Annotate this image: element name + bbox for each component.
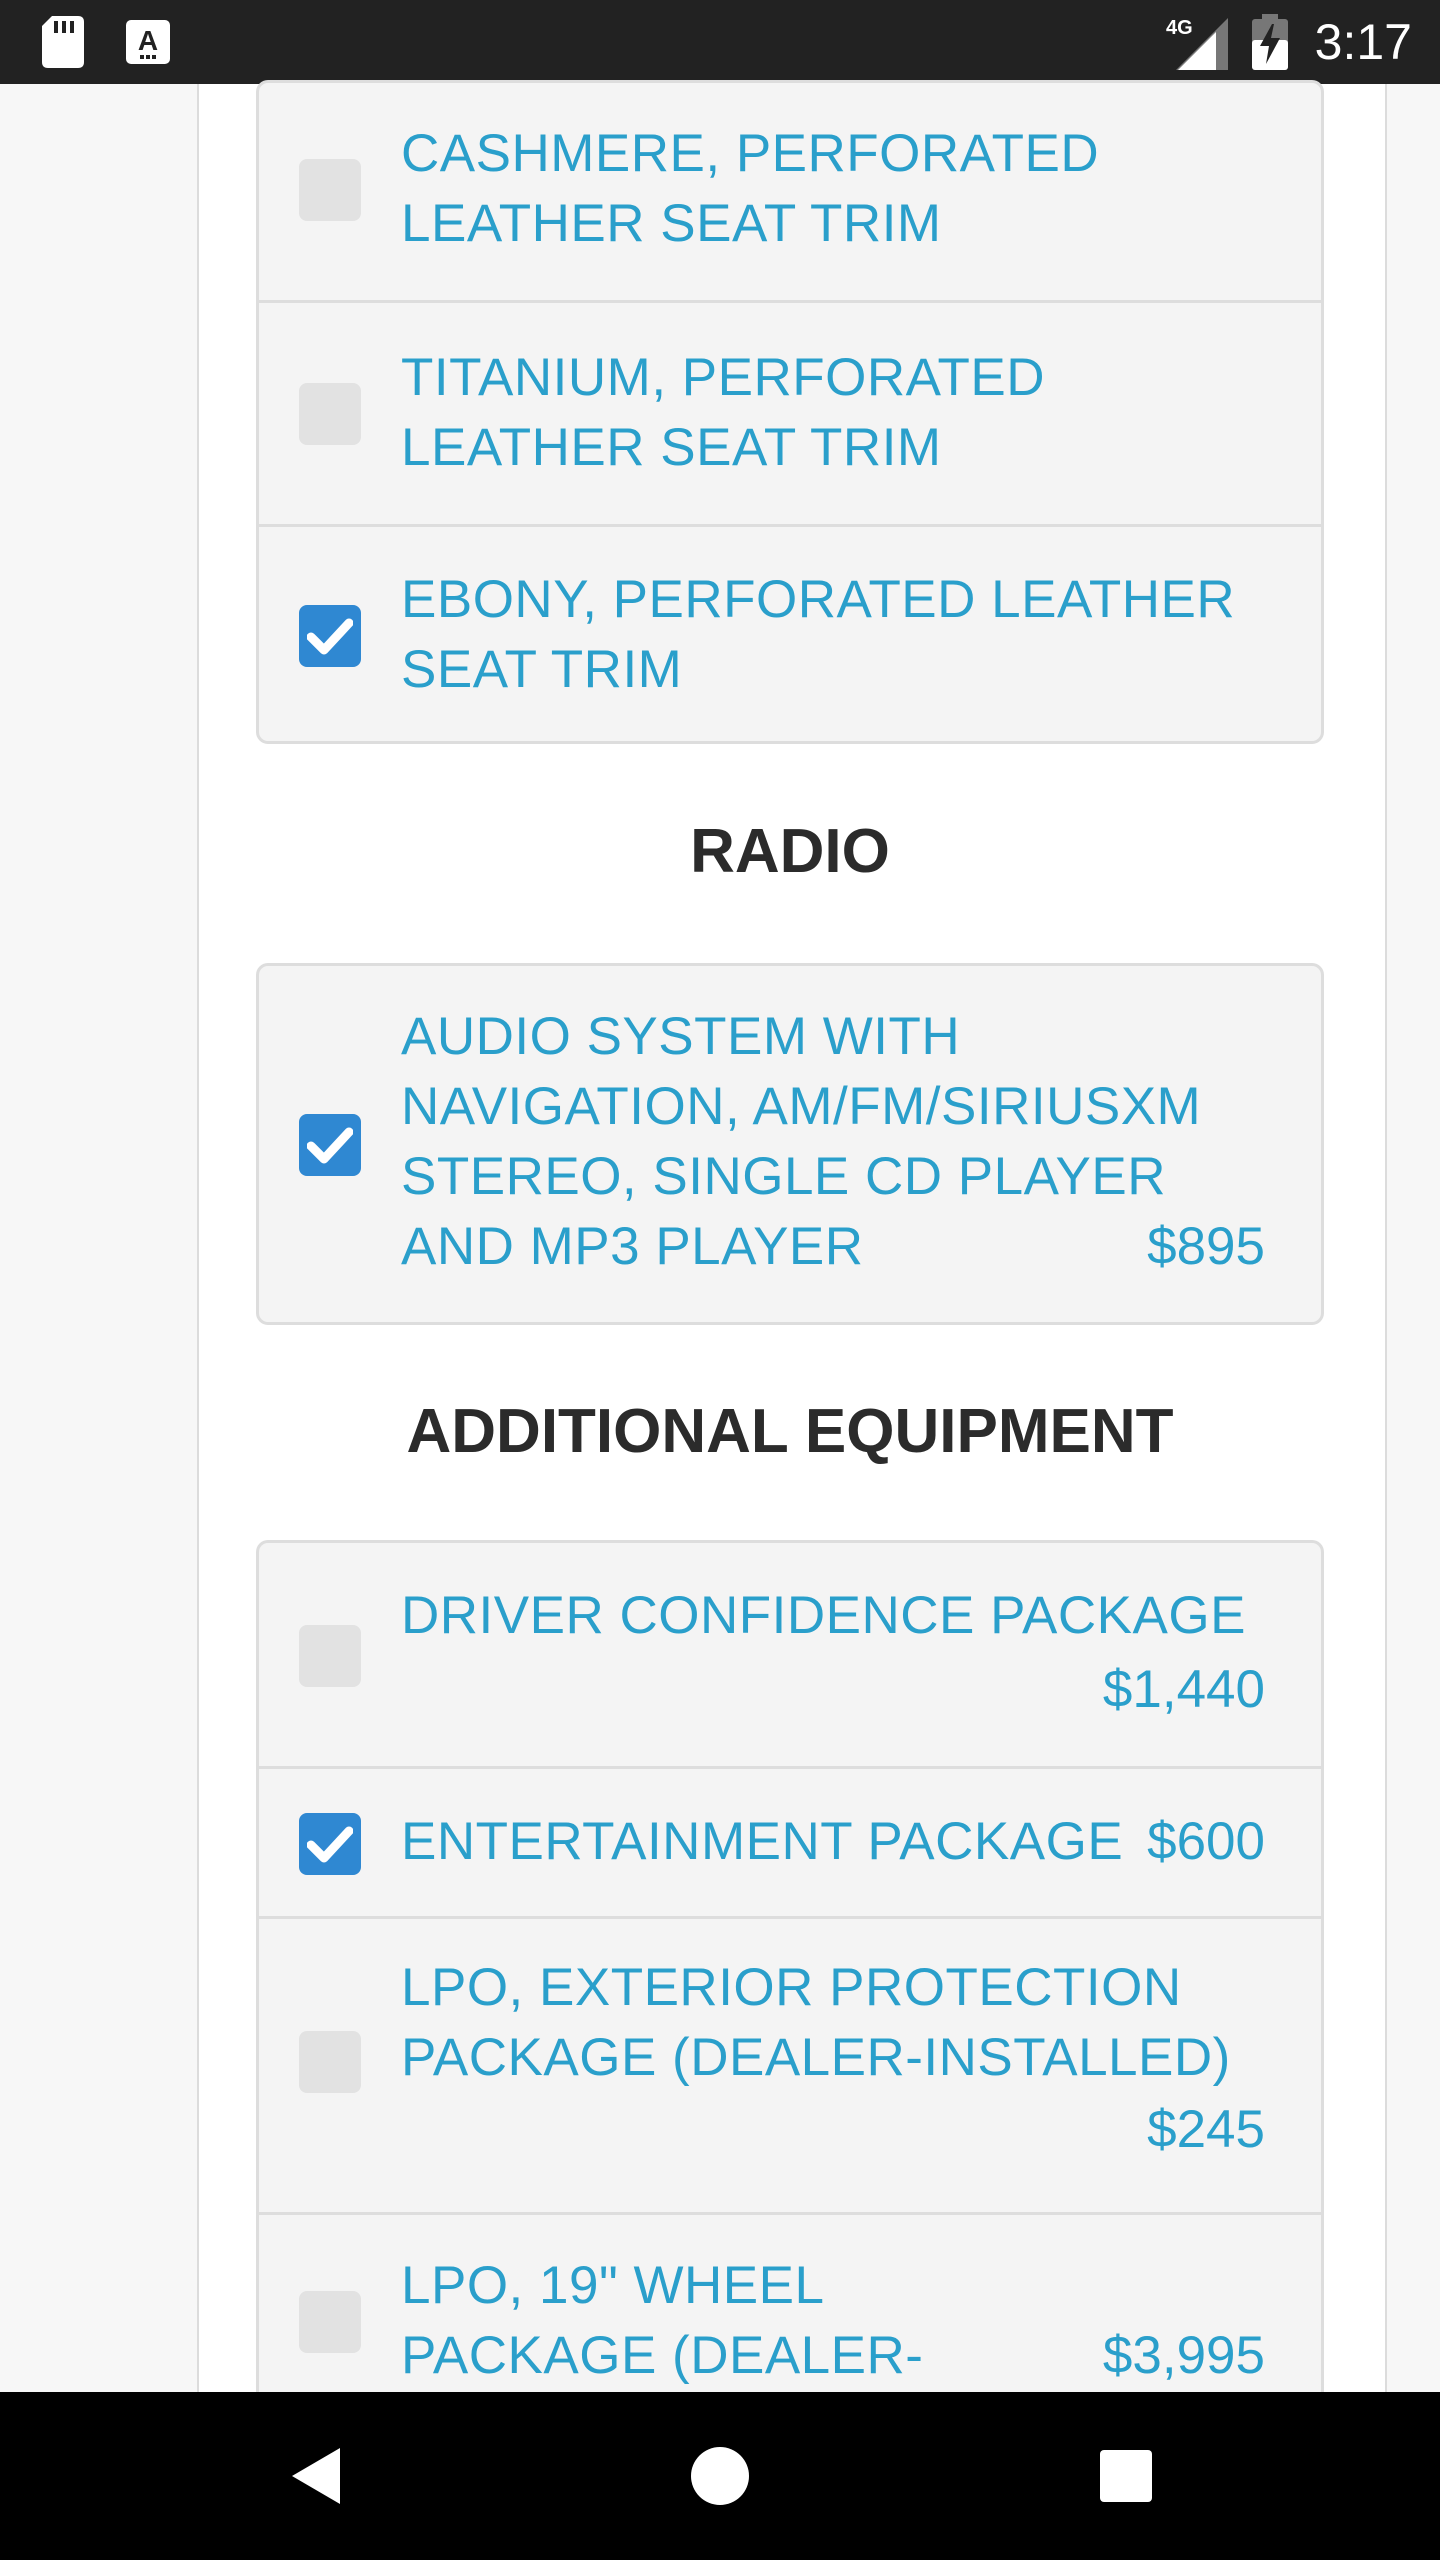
- option-price: $1,440: [1102, 1660, 1265, 1719]
- checkmark-icon: [307, 1826, 353, 1863]
- checkbox-checked[interactable]: [299, 1813, 361, 1875]
- checkbox[interactable]: [299, 383, 361, 445]
- option-label: LPO, EXTERIOR PROTECTION PACKAGE (DEALER…: [401, 1958, 1231, 2087]
- additional-equipment-options: DRIVER CONFIDENCE PACKAGE $1,440 ENTERTA…: [256, 1540, 1324, 2440]
- notification-a-icon: A: [126, 20, 170, 69]
- radio-options: AUDIO SYSTEM WITH NAVIGATION, AM/FM/SIRI…: [256, 963, 1324, 1325]
- recents-icon[interactable]: [1098, 2448, 1154, 2509]
- option-price: $895: [1147, 1217, 1265, 1276]
- svg-text:4G: 4G: [1166, 17, 1193, 39]
- checkbox[interactable]: [299, 1625, 361, 1687]
- signal-icon: 4G: [1164, 14, 1228, 75]
- option-label: AUDIO SYSTEM WITH NAVIGATION, AM/FM/SIRI…: [401, 1007, 1202, 1276]
- seat-trim-options: CASHMERE, PERFORATED LEATHER SEAT TRIM T…: [256, 80, 1324, 744]
- section-heading-additional-equipment: ADDITIONAL EQUIPMENT: [406, 1397, 1174, 1466]
- option-label: CASHMERE, PERFORATED LEATHER SEAT TRIM: [401, 124, 1100, 253]
- status-bar: A 4G 3:17: [0, 0, 1440, 84]
- option-entertainment-package[interactable]: ENTERTAINMENT PACKAGE $600: [259, 1769, 1321, 1919]
- checkbox[interactable]: [299, 159, 361, 221]
- home-icon[interactable]: [690, 2446, 750, 2511]
- option-driver-confidence-package[interactable]: DRIVER CONFIDENCE PACKAGE $1,440: [259, 1543, 1321, 1769]
- option-price: $3,995: [1102, 2326, 1265, 2385]
- option-price: $600: [1147, 1812, 1265, 1871]
- option-audio-system[interactable]: AUDIO SYSTEM WITH NAVIGATION, AM/FM/SIRI…: [259, 966, 1321, 1322]
- option-lpo-exterior-protection-package[interactable]: LPO, EXTERIOR PROTECTION PACKAGE (DEALER…: [259, 1919, 1321, 2215]
- option-cashmere-seat-trim[interactable]: CASHMERE, PERFORATED LEATHER SEAT TRIM: [259, 83, 1321, 303]
- option-label: TITANIUM, PERFORATED LEATHER SEAT TRIM: [401, 348, 1046, 477]
- back-icon[interactable]: [288, 2446, 342, 2511]
- navigation-bar: [0, 2392, 1440, 2560]
- option-ebony-seat-trim[interactable]: EBONY, PERFORATED LEATHER SEAT TRIM: [259, 527, 1321, 741]
- battery-charging-icon: [1252, 14, 1288, 75]
- option-titanium-seat-trim[interactable]: TITANIUM, PERFORATED LEATHER SEAT TRIM: [259, 303, 1321, 527]
- option-label: ENTERTAINMENT PACKAGE: [401, 1812, 1124, 1871]
- svg-text:A: A: [138, 25, 158, 56]
- option-label: DRIVER CONFIDENCE PACKAGE: [401, 1586, 1246, 1645]
- section-heading-radio: RADIO: [690, 817, 890, 886]
- checkbox[interactable]: [299, 2291, 361, 2353]
- option-label: EBONY, PERFORATED LEATHER SEAT TRIM: [401, 570, 1236, 699]
- checkmark-icon: [307, 1127, 353, 1164]
- checkbox[interactable]: [299, 2031, 361, 2093]
- checkbox-checked[interactable]: [299, 1114, 361, 1176]
- sd-card-icon: [42, 16, 84, 73]
- option-price: $245: [1147, 2100, 1265, 2159]
- checkbox-checked[interactable]: [299, 605, 361, 667]
- checkmark-icon: [307, 618, 353, 655]
- clock: 3:17: [1314, 14, 1412, 70]
